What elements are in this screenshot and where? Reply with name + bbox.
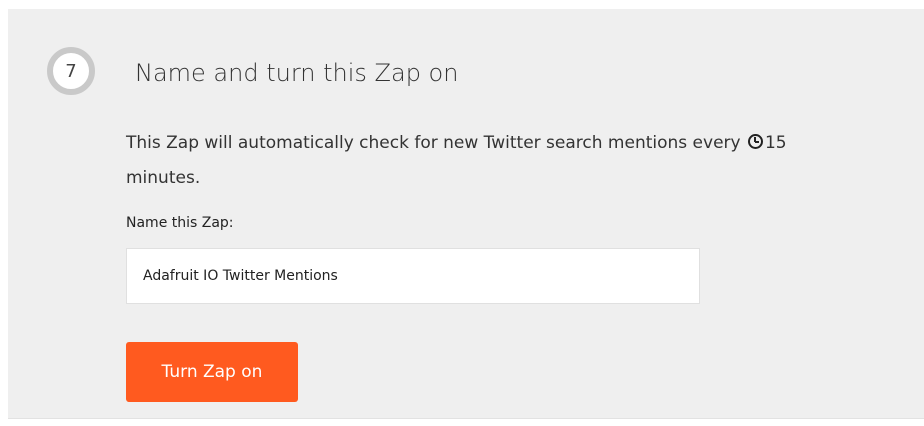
schedule-description: This Zap will automatically check for ne… <box>126 126 916 196</box>
turn-zap-on-button[interactable]: Turn Zap on <box>126 342 298 402</box>
step-title: Name and turn this Zap on <box>135 59 459 87</box>
step-panel: 7 Name and turn this Zap on This Zap wil… <box>8 9 924 419</box>
step-number: 7 <box>65 60 77 82</box>
zap-name-label: Name this Zap: <box>126 215 234 231</box>
zap-name-input[interactable] <box>126 248 700 304</box>
description-text: This Zap will automatically check for ne… <box>126 133 741 153</box>
interval-unit: minutes. <box>126 168 201 188</box>
step-number-badge: 7 <box>47 47 95 95</box>
interval-value: 15 <box>764 133 787 153</box>
clock-icon <box>747 134 763 149</box>
